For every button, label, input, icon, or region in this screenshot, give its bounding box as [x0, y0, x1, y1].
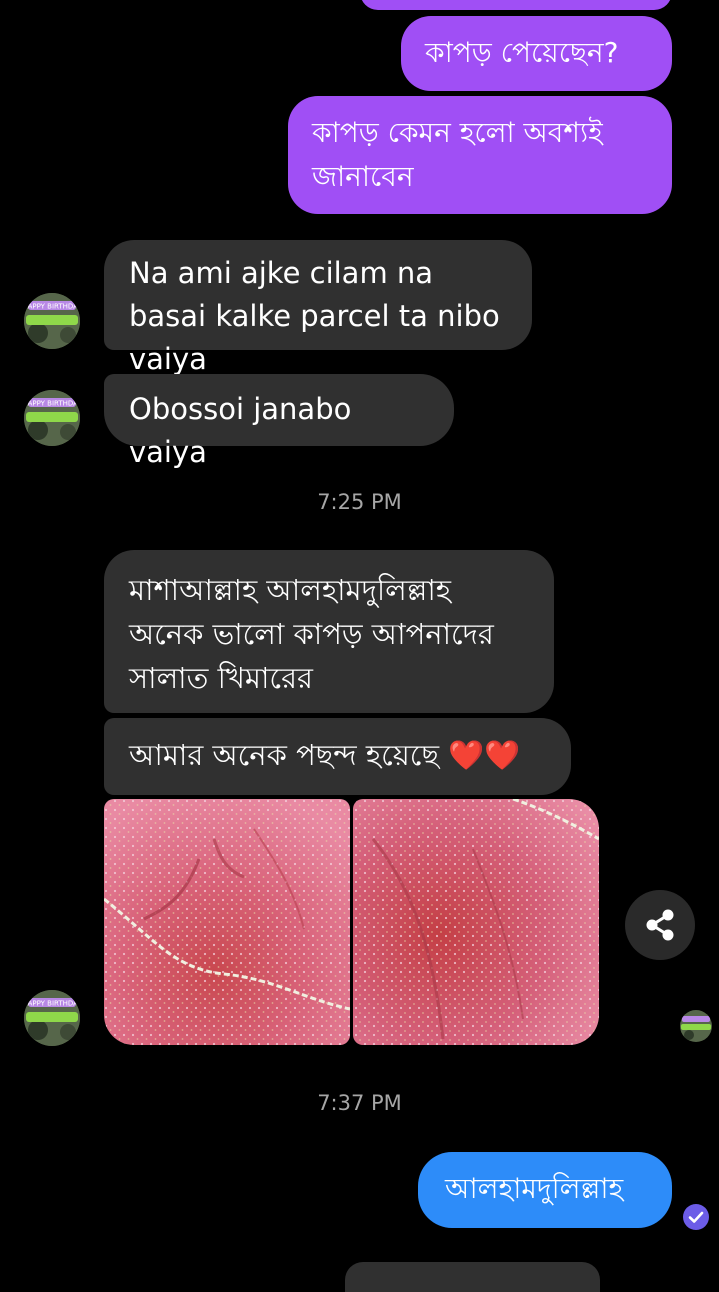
incoming-message-bubble[interactable]: Na ami ajke cilam na basai kalke parcel …	[104, 240, 532, 376]
message-text: আলহামদুলিল্লাহ	[445, 1172, 624, 1205]
fabric-photo[interactable]	[353, 799, 599, 1045]
avatar-label: HAPPY BIRTHDAY	[24, 303, 80, 311]
message-text: Na ami ajke cilam na basai kalke parcel …	[129, 256, 500, 376]
fabric-photo-image	[104, 799, 350, 1045]
avatar-label: HAPPY BIRTHDAY	[24, 400, 80, 408]
message-text: আমার অনেক পছন্দ হয়েছে ❤️❤️	[129, 738, 521, 772]
clipped-message-bubble	[345, 1262, 600, 1292]
incoming-message-bubble[interactable]: আমার অনেক পছন্দ হয়েছে ❤️❤️	[104, 718, 571, 795]
contact-avatar[interactable]: HAPPY BIRTHDAY	[24, 293, 80, 349]
message-text: কাপড় কেমন হলো অবশ্যই জানাবেন	[312, 116, 603, 193]
check-circle-icon	[683, 1204, 709, 1230]
share-button[interactable]	[625, 890, 695, 960]
outgoing-message-bubble[interactable]: কাপড় কেমন হলো অবশ্যই জানাবেন	[288, 96, 672, 214]
contact-avatar[interactable]: HAPPY BIRTHDAY	[24, 990, 80, 1046]
contact-avatar[interactable]: HAPPY BIRTHDAY	[24, 390, 80, 446]
fabric-photo-image	[353, 799, 599, 1045]
share-icon	[646, 909, 674, 941]
message-text: মাশাআল্লাহ আলহামদুলিল্লাহ অনেক ভালো কাপড…	[129, 573, 494, 695]
incoming-message-bubble[interactable]: মাশাআল্লাহ আলহামদুলিল্লাহ অনেক ভালো কাপড…	[104, 550, 554, 713]
clipped-message-bubble	[360, 0, 672, 10]
outgoing-message-bubble[interactable]: কাপড় পেয়েছেন?	[401, 16, 672, 91]
message-timestamp: 7:37 PM	[317, 1091, 402, 1115]
incoming-message-bubble[interactable]: Obossoi janabo vaiya	[104, 374, 454, 469]
message-timestamp: 7:25 PM	[317, 490, 402, 514]
outgoing-message-bubble[interactable]: আলহামদুলিল্লাহ	[418, 1152, 672, 1228]
read-receipt-avatar	[680, 1010, 712, 1042]
message-text: কাপড় পেয়েছেন?	[425, 36, 619, 69]
fabric-photo[interactable]	[104, 799, 350, 1045]
avatar-label: HAPPY BIRTHDAY	[24, 1000, 80, 1008]
message-text: Obossoi janabo vaiya	[129, 392, 352, 469]
